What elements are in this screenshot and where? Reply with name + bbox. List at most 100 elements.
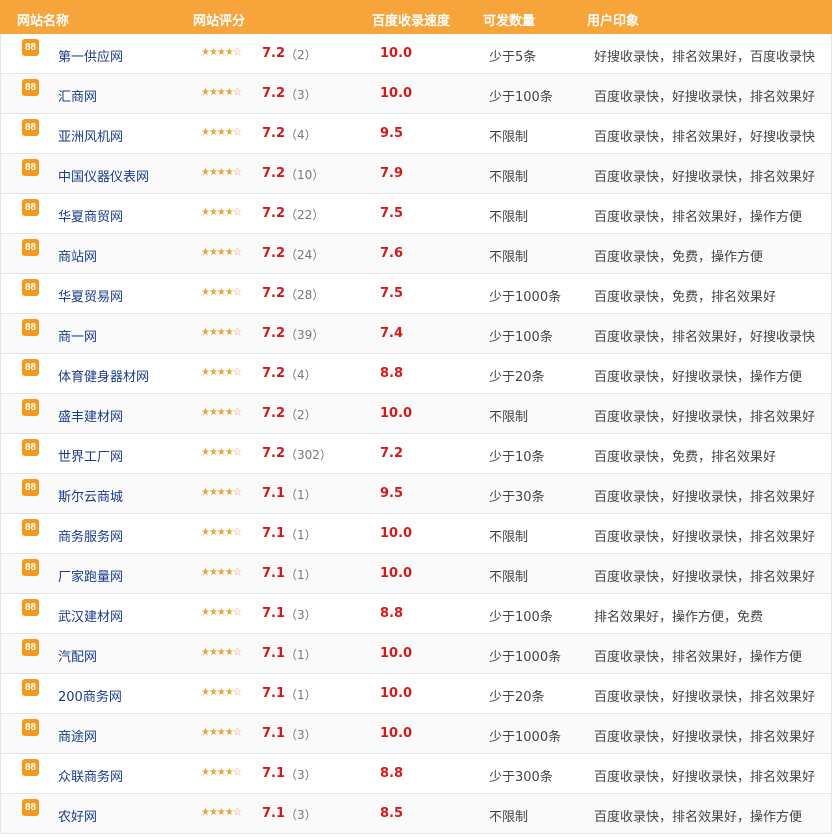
table-row[interactable]: 88 斯尔云商城 ★★★★☆ 7.1 （1） 9.5 少于30条 百度收录快，好搜收录快，排名… <box>0 474 832 514</box>
rating-stars-icon: ★★★★☆ <box>201 367 242 378</box>
site-name-link[interactable]: 中国仪器仪表网 <box>58 166 149 185</box>
user-impression: 百度收录快，好搜收录快，排名效果好 <box>594 170 816 185</box>
table-row[interactable]: 88 亚洲风机网 ★★★★☆ 7.2 （4） 9.5 不限制 百度收录快，排名效果好，好搜收录… <box>0 114 832 154</box>
table-row[interactable]: 88 商站网 ★★★★☆ 7.2 （24） 7.6 不限制 百度收录快，免费，操作方便 <box>0 234 832 274</box>
rating-score: 7.2 <box>262 326 286 341</box>
site-name-link[interactable]: 第一供应网 <box>58 46 123 65</box>
site-name-link[interactable]: 盛丰建材网 <box>58 406 123 425</box>
rating-score: 7.1 <box>262 486 286 501</box>
user-impression: 百度收录快，免费，操作方便 <box>594 250 764 265</box>
post-limit: 少于20条 <box>489 370 545 385</box>
site-name-link[interactable]: 武汉建材网 <box>58 606 123 625</box>
table-row[interactable]: 88 华夏贸易网 ★★★★☆ 7.2 （28） 7.5 少于1000条 百度收录快，免费，排名… <box>0 274 832 314</box>
baidu-speed: 10.0 <box>380 86 413 101</box>
rating-score: 7.1 <box>262 806 286 821</box>
site-name-link[interactable]: 汽配网 <box>58 646 97 665</box>
baidu-speed: 7.4 <box>380 326 404 341</box>
header-post-limit: 可发数量 <box>483 14 536 29</box>
site-name-link[interactable]: 华夏商贸网 <box>58 206 123 225</box>
site-logo-icon: 88 <box>22 799 39 816</box>
user-impression: 百度收录快，好搜收录快，操作方便 <box>594 370 803 385</box>
site-name-link[interactable]: 商站网 <box>58 246 97 265</box>
baidu-speed: 8.8 <box>380 606 404 621</box>
rating-count: （3） <box>285 88 317 102</box>
rating-score: 7.1 <box>262 646 286 661</box>
rating-count: （22） <box>285 208 325 222</box>
user-impression: 百度收录快，排名效果好，好搜收录快 <box>594 330 816 345</box>
rating-stars-icon: ★★★★☆ <box>201 807 242 818</box>
baidu-speed: 8.5 <box>380 806 404 821</box>
user-impression: 百度收录快，好搜收录快，排名效果好 <box>594 570 816 585</box>
post-limit: 少于30条 <box>489 490 545 505</box>
site-logo-icon: 88 <box>22 159 39 176</box>
post-limit: 少于1000条 <box>489 730 562 745</box>
rating-count: （1） <box>285 648 317 662</box>
site-name-link[interactable]: 商务服务网 <box>58 526 123 545</box>
rating-stars-icon: ★★★★☆ <box>201 207 242 218</box>
baidu-speed: 10.0 <box>380 726 413 741</box>
site-logo-icon: 88 <box>22 599 39 616</box>
site-name-link[interactable]: 商一网 <box>58 326 97 345</box>
user-impression: 百度收录快，免费，排名效果好 <box>594 450 777 465</box>
table-row[interactable]: 88 厂家跑量网 ★★★★☆ 7.1 （1） 10.0 不限制 百度收录快，好搜收录快，排名效… <box>0 554 832 594</box>
rating-count: （28） <box>285 288 325 302</box>
rating-stars-icon: ★★★★☆ <box>201 47 242 58</box>
rating-score: 7.2 <box>262 86 286 101</box>
site-logo-icon: 88 <box>22 79 39 96</box>
table-row[interactable]: 88 农好网 ★★★★☆ 7.1 （3） 8.5 不限制 百度收录快，排名效果好，操作方便 <box>0 794 832 834</box>
site-name-link[interactable]: 汇商网 <box>58 86 97 105</box>
rating-count: （1） <box>285 528 317 542</box>
site-logo-icon: 88 <box>22 719 39 736</box>
table-row[interactable]: 88 商一网 ★★★★☆ 7.2 （39） 7.4 少于100条 百度收录快，排名效果好，好搜… <box>0 314 832 354</box>
table-row[interactable]: 88 200商务网 ★★★★☆ 7.1 （1） 10.0 少于20条 百度收录快，好搜收录快，… <box>0 674 832 714</box>
baidu-speed: 10.0 <box>380 686 413 701</box>
table-row[interactable]: 88 盛丰建材网 ★★★★☆ 7.2 （2） 10.0 不限制 百度收录快，好搜收录快，排名效… <box>0 394 832 434</box>
baidu-speed: 10.0 <box>380 46 413 61</box>
table-row[interactable]: 88 武汉建材网 ★★★★☆ 7.1 （3） 8.8 少于100条 排名效果好，操作方便，免费 <box>0 594 832 634</box>
site-logo-icon: 88 <box>22 759 39 776</box>
rating-count: （39） <box>285 328 325 342</box>
site-name-link[interactable]: 农好网 <box>58 806 97 825</box>
post-limit: 少于100条 <box>489 610 553 625</box>
rating-stars-icon: ★★★★☆ <box>201 527 242 538</box>
rating-score: 7.2 <box>262 126 286 141</box>
site-name-link[interactable]: 商途网 <box>58 726 97 745</box>
post-limit: 少于100条 <box>489 330 553 345</box>
header-site-name: 网站名称 <box>17 14 70 29</box>
site-name-link[interactable]: 众联商务网 <box>58 766 123 785</box>
site-name-link[interactable]: 厂家跑量网 <box>58 566 123 585</box>
site-name-link[interactable]: 200商务网 <box>58 686 122 705</box>
rating-stars-icon: ★★★★☆ <box>201 447 242 458</box>
user-impression: 百度收录快，好搜收录快，排名效果好 <box>594 730 816 745</box>
rating-score: 7.2 <box>262 46 286 61</box>
post-limit: 不限制 <box>489 210 529 225</box>
site-logo-icon: 88 <box>22 679 39 696</box>
rating-score: 7.1 <box>262 606 286 621</box>
post-limit: 不限制 <box>489 530 529 545</box>
site-name-link[interactable]: 华夏贸易网 <box>58 286 123 305</box>
rating-score: 7.1 <box>262 726 286 741</box>
table-row[interactable]: 88 商途网 ★★★★☆ 7.1 （3） 10.0 少于1000条 百度收录快，好搜收录快，排… <box>0 714 832 754</box>
table-row[interactable]: 88 中国仪器仪表网 ★★★★☆ 7.2 （10） 7.9 不限制 百度收录快，好搜收录快，排… <box>0 154 832 194</box>
baidu-speed: 10.0 <box>380 646 413 661</box>
site-name-link[interactable]: 体育健身器材网 <box>58 366 149 385</box>
site-name-link[interactable]: 斯尔云商城 <box>58 486 123 505</box>
site-name-link[interactable]: 世界工厂网 <box>58 446 123 465</box>
site-logo-icon: 88 <box>22 279 39 296</box>
table-row[interactable]: 88 众联商务网 ★★★★☆ 7.1 （3） 8.8 少于300条 百度收录快，好搜收录快，排… <box>0 754 832 794</box>
table-row[interactable]: 88 体育健身器材网 ★★★★☆ 7.2 （4） 8.8 少于20条 百度收录快，好搜收录快，… <box>0 354 832 394</box>
table-row[interactable]: 88 世界工厂网 ★★★★☆ 7.2 （302） 7.2 少于10条 百度收录快，免费，排名效… <box>0 434 832 474</box>
post-limit: 不限制 <box>489 410 529 425</box>
rating-stars-icon: ★★★★☆ <box>201 687 242 698</box>
baidu-speed: 9.5 <box>380 486 404 501</box>
table-row[interactable]: 88 汇商网 ★★★★☆ 7.2 （3） 10.0 少于100条 百度收录快，好搜收录快，排名… <box>0 74 832 114</box>
table-row[interactable]: 88 第一供应网 ★★★★☆ 7.2 （2） 10.0 少于5条 好搜收录快，排名效果好，百度… <box>0 34 832 74</box>
user-impression: 好搜收录快，排名效果好，百度收录快 <box>594 50 816 65</box>
table-row[interactable]: 88 汽配网 ★★★★☆ 7.1 （1） 10.0 少于1000条 百度收录快，排名效果好，操… <box>0 634 832 674</box>
site-name-link[interactable]: 亚洲风机网 <box>58 126 123 145</box>
user-impression: 百度收录快，排名效果好，操作方便 <box>594 810 803 825</box>
rating-score: 7.1 <box>262 766 286 781</box>
table-row[interactable]: 88 华夏商贸网 ★★★★☆ 7.2 （22） 7.5 不限制 百度收录快，排名效果好，操作方… <box>0 194 832 234</box>
table-row[interactable]: 88 商务服务网 ★★★★☆ 7.1 （1） 10.0 不限制 百度收录快，好搜收录快，排名效… <box>0 514 832 554</box>
rating-stars-icon: ★★★★☆ <box>201 607 242 618</box>
